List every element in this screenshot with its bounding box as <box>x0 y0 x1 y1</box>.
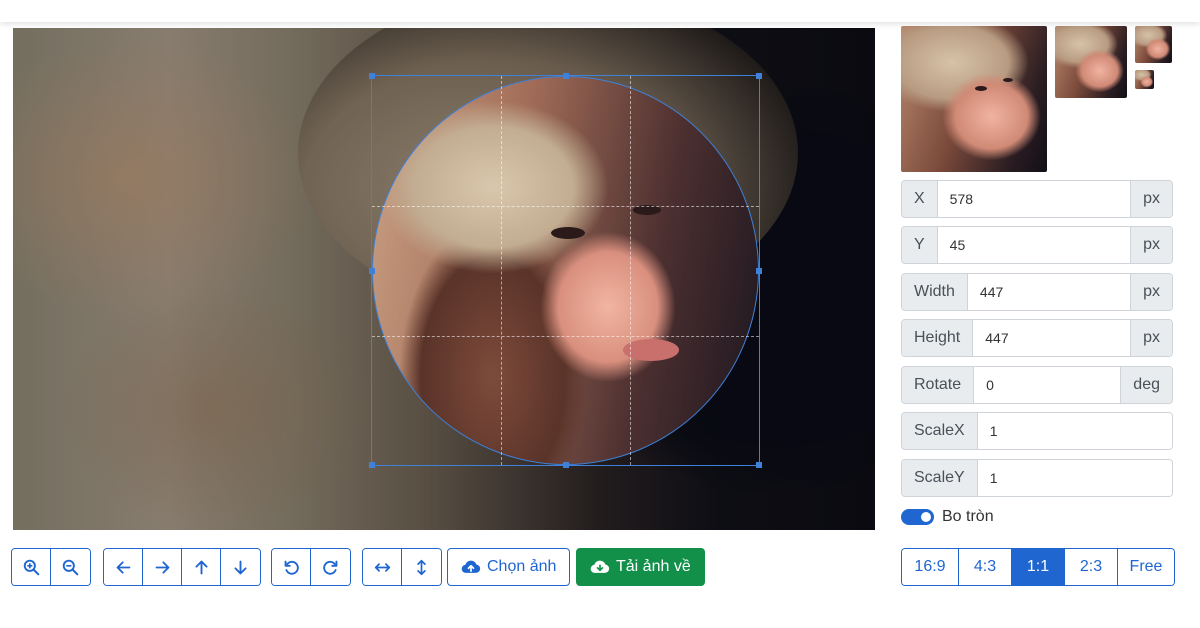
field-rotate-label: Rotate <box>902 367 975 403</box>
field-height: Height px <box>901 319 1173 357</box>
choose-image-button[interactable]: Chọn ảnh <box>447 548 571 586</box>
crop-handle-ne[interactable] <box>756 73 762 79</box>
scale-x-input[interactable] <box>977 413 1172 449</box>
preview-xsmall <box>1135 70 1154 89</box>
crop-box[interactable] <box>369 73 762 468</box>
scale-y-input[interactable] <box>977 460 1172 496</box>
cropper-canvas[interactable] <box>13 28 875 530</box>
field-scale-x-label: ScaleX <box>902 413 978 449</box>
cloud-upload-icon <box>461 560 481 573</box>
move-right-button[interactable] <box>143 549 182 585</box>
field-scale-x: ScaleX <box>901 412 1173 450</box>
field-y-unit: px <box>1130 227 1172 263</box>
field-scale-y: ScaleY <box>901 459 1173 497</box>
image-detail <box>551 227 585 239</box>
crop-handle-s[interactable] <box>563 462 569 468</box>
arrows-vertical-icon <box>417 559 426 575</box>
crop-guide-line <box>630 76 631 465</box>
height-input[interactable] <box>973 320 1131 356</box>
field-y: Y px <box>901 226 1173 264</box>
download-image-button[interactable]: Tải ảnh về <box>576 548 705 586</box>
width-input[interactable] <box>967 274 1131 310</box>
round-toggle-switch[interactable] <box>901 509 934 525</box>
y-input[interactable] <box>937 227 1131 263</box>
rotate-right-icon <box>323 560 338 575</box>
preview-detail <box>975 86 987 91</box>
rotate-left-button[interactable] <box>272 549 311 585</box>
flip-vertical-button[interactable] <box>402 549 441 585</box>
crop-handle-se[interactable] <box>756 462 762 468</box>
choose-image-label: Chọn ảnh <box>487 558 557 575</box>
field-width-label: Width <box>902 274 968 310</box>
field-x-unit: px <box>1130 181 1172 217</box>
crop-guide-line <box>501 76 502 465</box>
rotate-left-icon <box>284 560 299 575</box>
ratio-16-9-button[interactable]: 16:9 <box>902 549 959 585</box>
arrow-up-icon <box>194 560 208 574</box>
arrow-right-icon <box>155 560 169 574</box>
ratio-4-3-button[interactable]: 4:3 <box>959 549 1012 585</box>
crop-guide-line <box>372 206 759 207</box>
zoom-in-icon <box>23 559 39 575</box>
flip-button-group <box>362 548 442 586</box>
rotate-right-button[interactable] <box>311 549 350 585</box>
arrows-horizontal-icon <box>374 562 390 572</box>
field-width: Width px <box>901 273 1173 311</box>
ratio-1-1-button[interactable]: 1:1 <box>1012 549 1065 585</box>
crop-handle-w[interactable] <box>369 268 375 274</box>
zoom-out-icon <box>62 559 79 575</box>
preview-detail <box>1003 78 1013 82</box>
field-y-label: Y <box>902 227 938 263</box>
preview-small <box>1135 26 1172 63</box>
ratio-2-3-button[interactable]: 2:3 <box>1065 549 1118 585</box>
download-image-label: Tải ảnh về <box>616 558 691 575</box>
crop-handle-e[interactable] <box>756 268 762 274</box>
crop-handle-nw[interactable] <box>369 73 375 79</box>
zoom-out-button[interactable] <box>51 549 90 585</box>
crop-handle-sw[interactable] <box>369 462 375 468</box>
round-toggle-group: Bo tròn <box>901 508 994 526</box>
ratio-free-button[interactable]: Free <box>1118 549 1174 585</box>
field-rotate: Rotate deg <box>901 366 1173 404</box>
zoom-button-group <box>11 548 91 586</box>
image-detail <box>623 339 679 361</box>
preview-medium <box>1055 26 1127 98</box>
move-button-group <box>103 548 261 586</box>
round-toggle-label: Bo tròn <box>942 508 994 525</box>
field-height-label: Height <box>902 320 974 356</box>
crop-preview-circle <box>372 76 759 465</box>
x-input[interactable] <box>937 181 1131 217</box>
arrow-down-icon <box>234 560 247 574</box>
field-scale-y-label: ScaleY <box>902 460 978 496</box>
crop-handle-n[interactable] <box>563 73 569 79</box>
move-up-button[interactable] <box>182 549 221 585</box>
top-bar <box>0 0 1200 22</box>
field-height-unit: px <box>1130 320 1172 356</box>
move-left-button[interactable] <box>104 549 143 585</box>
rotate-input[interactable] <box>974 367 1121 403</box>
arrow-left-icon <box>116 560 130 574</box>
field-x-label: X <box>902 181 938 217</box>
zoom-in-button[interactable] <box>12 549 51 585</box>
move-down-button[interactable] <box>221 549 260 585</box>
aspect-ratio-group: 16:9 4:3 1:1 2:3 Free <box>901 548 1175 586</box>
crop-guide-line <box>372 336 759 337</box>
preview-large <box>901 26 1047 172</box>
cloud-download-icon <box>590 560 610 573</box>
field-width-unit: px <box>1130 274 1172 310</box>
flip-horizontal-button[interactable] <box>363 549 402 585</box>
rotate-button-group <box>271 548 351 586</box>
field-x: X px <box>901 180 1173 218</box>
field-rotate-unit: deg <box>1120 367 1172 403</box>
